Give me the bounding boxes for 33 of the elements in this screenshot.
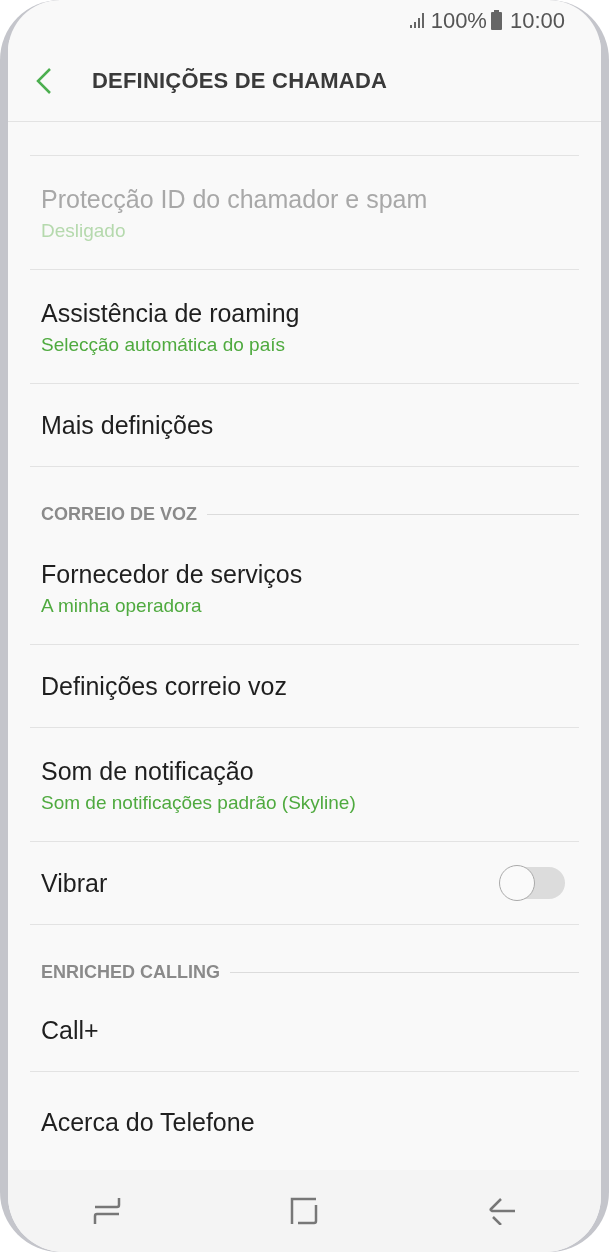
recent-apps-icon[interactable] xyxy=(92,1196,121,1226)
settings-item[interactable]: Fornecedor de serviços A minha operadora xyxy=(30,531,579,645)
item-title: Mais definições xyxy=(41,410,215,441)
section-header: ENRICHED CALLING xyxy=(41,960,220,984)
item-title: Call+ xyxy=(41,1015,100,1046)
item-title: Assistência de roaming xyxy=(41,297,301,329)
settings-item[interactable]: Call+ xyxy=(30,989,579,1072)
home-icon[interactable] xyxy=(290,1197,319,1225)
item-title: Protecção ID do chamador e spam xyxy=(41,183,429,215)
item-subtitle: A minha operadora xyxy=(41,593,203,618)
clock: 10:00 xyxy=(509,6,565,35)
battery-percentage: 100% xyxy=(430,6,487,35)
battery-icon xyxy=(490,10,502,30)
toggle-switch[interactable] xyxy=(501,867,565,899)
item-title: Definições correio voz xyxy=(41,671,288,702)
signal-icon xyxy=(408,11,427,29)
back-icon[interactable] xyxy=(36,66,52,95)
settings-item[interactable]: Assistência de roaming Selecção automática do país xyxy=(30,270,579,384)
settings-item[interactable]: Vibrar xyxy=(30,842,579,925)
item-title: Vibrar xyxy=(41,868,109,899)
back-icon[interactable] xyxy=(488,1197,517,1225)
item-title: Som de notificação xyxy=(41,755,255,787)
item-subtitle: Som de notificações padrão (Skyline) xyxy=(41,790,357,815)
settings-item[interactable]: Acerca do Telefone xyxy=(30,1072,579,1170)
section-header: CORREIO DE VOZ xyxy=(41,502,197,526)
item-title: Acerca do Telefone xyxy=(41,1107,256,1138)
item-subtitle: Desligado xyxy=(41,218,127,243)
settings-item[interactable]: Definições correio voz xyxy=(30,645,579,728)
item-subtitle: Selecção automática do país xyxy=(41,332,286,357)
settings-item[interactable]: Mais definições xyxy=(30,384,579,467)
item-title: Fornecedor de serviços xyxy=(41,558,304,590)
settings-item[interactable]: Som de notificação Som de notificações padrão (Skyline) xyxy=(30,728,579,842)
screen-title: DEFINIÇÕES DE CHAMADA xyxy=(92,67,388,95)
